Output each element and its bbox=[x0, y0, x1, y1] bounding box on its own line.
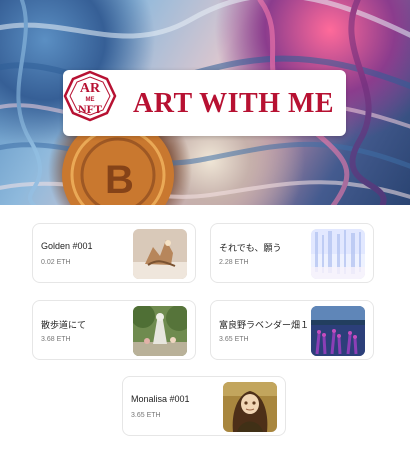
nft-card-soredemo-negau[interactable]: それでも、願う 2.28 ETH bbox=[210, 223, 374, 283]
brand-logo-card: AR ME NFT ART WITH ME bbox=[63, 70, 346, 136]
brand-emblem-icon: AR ME NFT bbox=[63, 70, 117, 122]
nft-price: 3.65 ETH bbox=[131, 412, 161, 419]
nft-price: 3.68 ETH bbox=[41, 336, 71, 343]
garden-statue-art bbox=[133, 306, 187, 356]
nft-title: Golden #001 bbox=[41, 241, 93, 251]
hero-banner: B AR ME NFT ART WITH ME bbox=[0, 0, 410, 205]
brand-title: ART WITH ME bbox=[133, 88, 335, 119]
pastel-abstract-art bbox=[311, 229, 365, 279]
nft-price: 2.28 ETH bbox=[219, 259, 249, 266]
svg-text:B: B bbox=[105, 158, 134, 202]
svg-text:AR: AR bbox=[80, 81, 101, 96]
monalisa-anime-art bbox=[223, 382, 277, 432]
nft-card-sanpomichi-nite[interactable]: 散歩道にて 3.68 ETH bbox=[32, 300, 196, 360]
lavender-field-art bbox=[311, 306, 365, 356]
nft-card-golden-001[interactable]: Golden #001 0.02 ETH bbox=[32, 223, 196, 283]
golden-sculpture-art bbox=[133, 229, 187, 279]
nft-price: 3.65 ETH bbox=[219, 336, 249, 343]
nft-price: 0.02 ETH bbox=[41, 259, 71, 266]
nft-card-furano-lavender[interactable]: 富良野ラベンダー畑１ 3.65 ETH bbox=[210, 300, 374, 360]
svg-text:NFT: NFT bbox=[78, 102, 102, 116]
nft-title: 散歩道にて bbox=[41, 320, 87, 330]
nft-title: 富良野ラベンダー畑１ bbox=[219, 320, 310, 330]
nft-title: Monalisa #001 bbox=[131, 394, 190, 404]
nft-card-monalisa-001[interactable]: Monalisa #001 3.65 ETH bbox=[122, 376, 286, 436]
nft-title: それでも、願う bbox=[219, 243, 282, 253]
